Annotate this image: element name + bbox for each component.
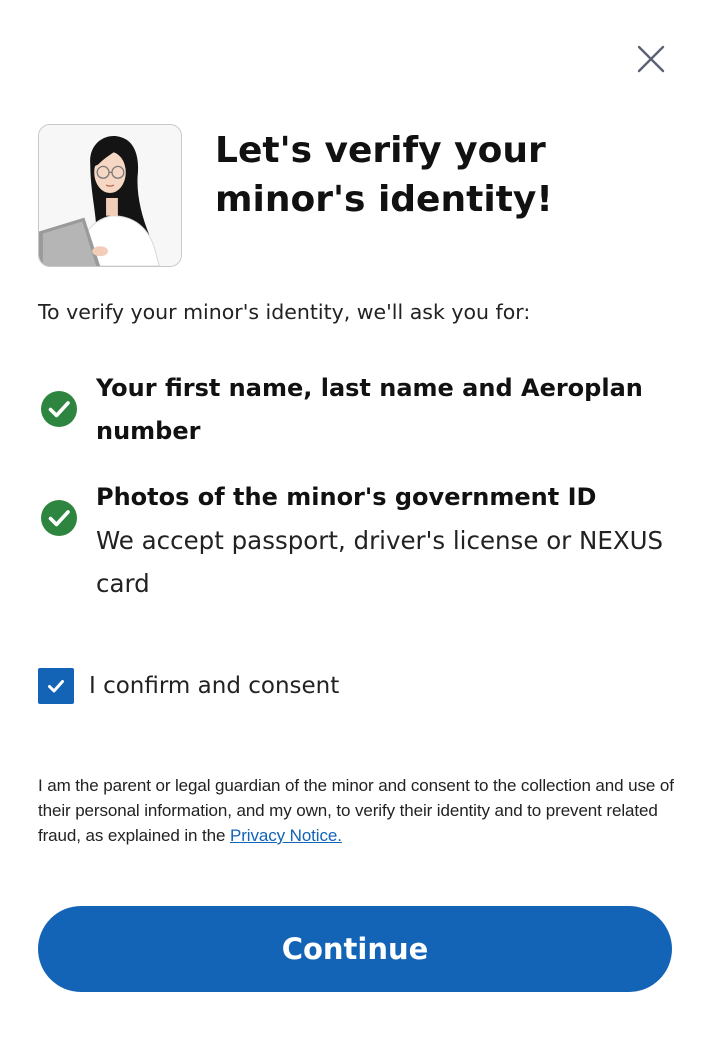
consent-checkbox[interactable] <box>38 668 74 704</box>
intro-text: To verify your minor's identity, we'll a… <box>38 300 531 324</box>
legal-notice: I am the parent or legal guardian of the… <box>38 773 678 848</box>
check-circle-icon <box>40 499 78 537</box>
avatar <box>38 124 182 267</box>
close-button[interactable] <box>634 42 668 76</box>
continue-button[interactable]: Continue <box>38 906 672 992</box>
consent-checkbox-row[interactable]: I confirm and consent <box>38 668 339 704</box>
woman-with-laptop-illustration <box>39 125 181 266</box>
checkmark-icon <box>48 680 64 693</box>
requirement-title: Photos of the minor's government ID <box>96 483 597 511</box>
close-icon <box>637 45 665 73</box>
requirement-title: Your first name, last name and Aeroplan … <box>96 374 643 445</box>
requirement-subtitle: We accept passport, driver's license or … <box>96 526 664 598</box>
page-title: Let's verify your minor's identity! <box>215 130 553 220</box>
legal-text: I am the parent or legal guardian of the… <box>38 776 674 845</box>
consent-label: I confirm and consent <box>89 673 340 699</box>
check-circle-icon <box>40 390 78 428</box>
privacy-notice-link[interactable]: Privacy Notice. <box>230 826 342 845</box>
